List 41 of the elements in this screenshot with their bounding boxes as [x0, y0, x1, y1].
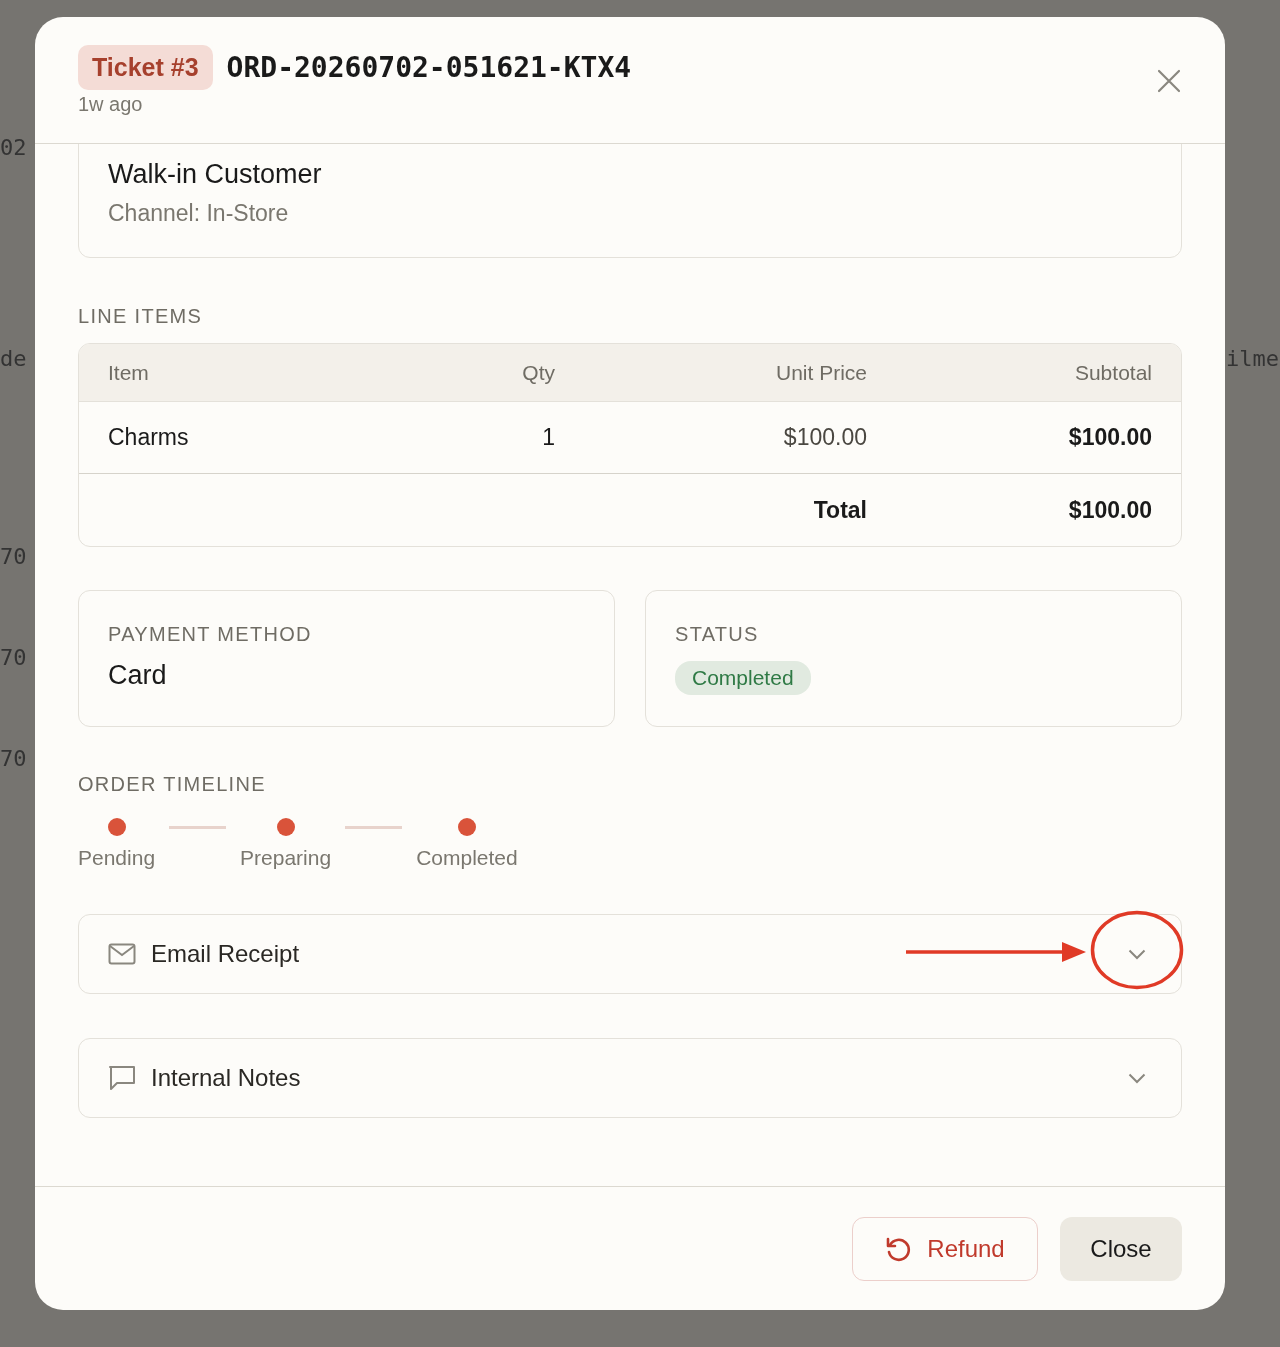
timeline-connector [345, 826, 403, 829]
table-cell-text: Charms [108, 424, 190, 451]
column-header: Item [108, 360, 150, 385]
background-text: 70 [0, 544, 27, 569]
column-header: Unit Price [774, 360, 867, 385]
table-cell-text: 1 [541, 424, 555, 451]
customer-name: Walk-in Customer [108, 159, 323, 190]
background-text: 70 [0, 746, 27, 771]
order-age: 1w ago [78, 93, 143, 116]
background-text: 02 [0, 135, 27, 160]
card-heading: PAYMENT METHOD [108, 623, 313, 646]
timeline-connector [169, 826, 227, 829]
section-heading: ORDER TIMELINE [78, 773, 267, 796]
card-heading: STATUS [675, 623, 760, 646]
timeline-step: Preparing [240, 846, 332, 870]
background-text: ilme [1226, 346, 1279, 371]
column-header: Subtotal [1073, 360, 1152, 385]
status-badge: Completed [675, 661, 811, 695]
background-text: 70 [0, 645, 27, 670]
section-heading: LINE ITEMS [78, 305, 204, 328]
ticket-badge: Ticket #3 [78, 45, 213, 90]
customer-channel: Channel: In-Store [108, 200, 290, 227]
timeline-step: Pending [78, 846, 156, 870]
accordion-header[interactable]: Internal Notes [78, 1038, 1182, 1118]
order-id: ORD-20260702-051621-KTX4 [226, 51, 632, 84]
close-icon[interactable] [1157, 69, 1181, 93]
total-value: $100.00 [1067, 496, 1152, 524]
payment-method: Card [108, 660, 168, 691]
background-text: de [0, 346, 27, 371]
column-header: Qty [521, 360, 555, 385]
envelope-icon [108, 943, 136, 965]
table-cell-text: $100.00 [782, 424, 867, 451]
refund-button[interactable]: Refund [852, 1216, 1038, 1281]
timeline-step: Completed [416, 846, 518, 870]
close-button[interactable]: Close [1060, 1216, 1182, 1281]
total-label: Total [812, 496, 867, 524]
chevron-icon [1128, 1072, 1146, 1084]
chevron-icon [1128, 948, 1146, 960]
undo-icon [885, 1235, 912, 1262]
speech-bubble-icon [108, 1065, 136, 1091]
table-cell-text: $100.00 [1067, 424, 1152, 451]
